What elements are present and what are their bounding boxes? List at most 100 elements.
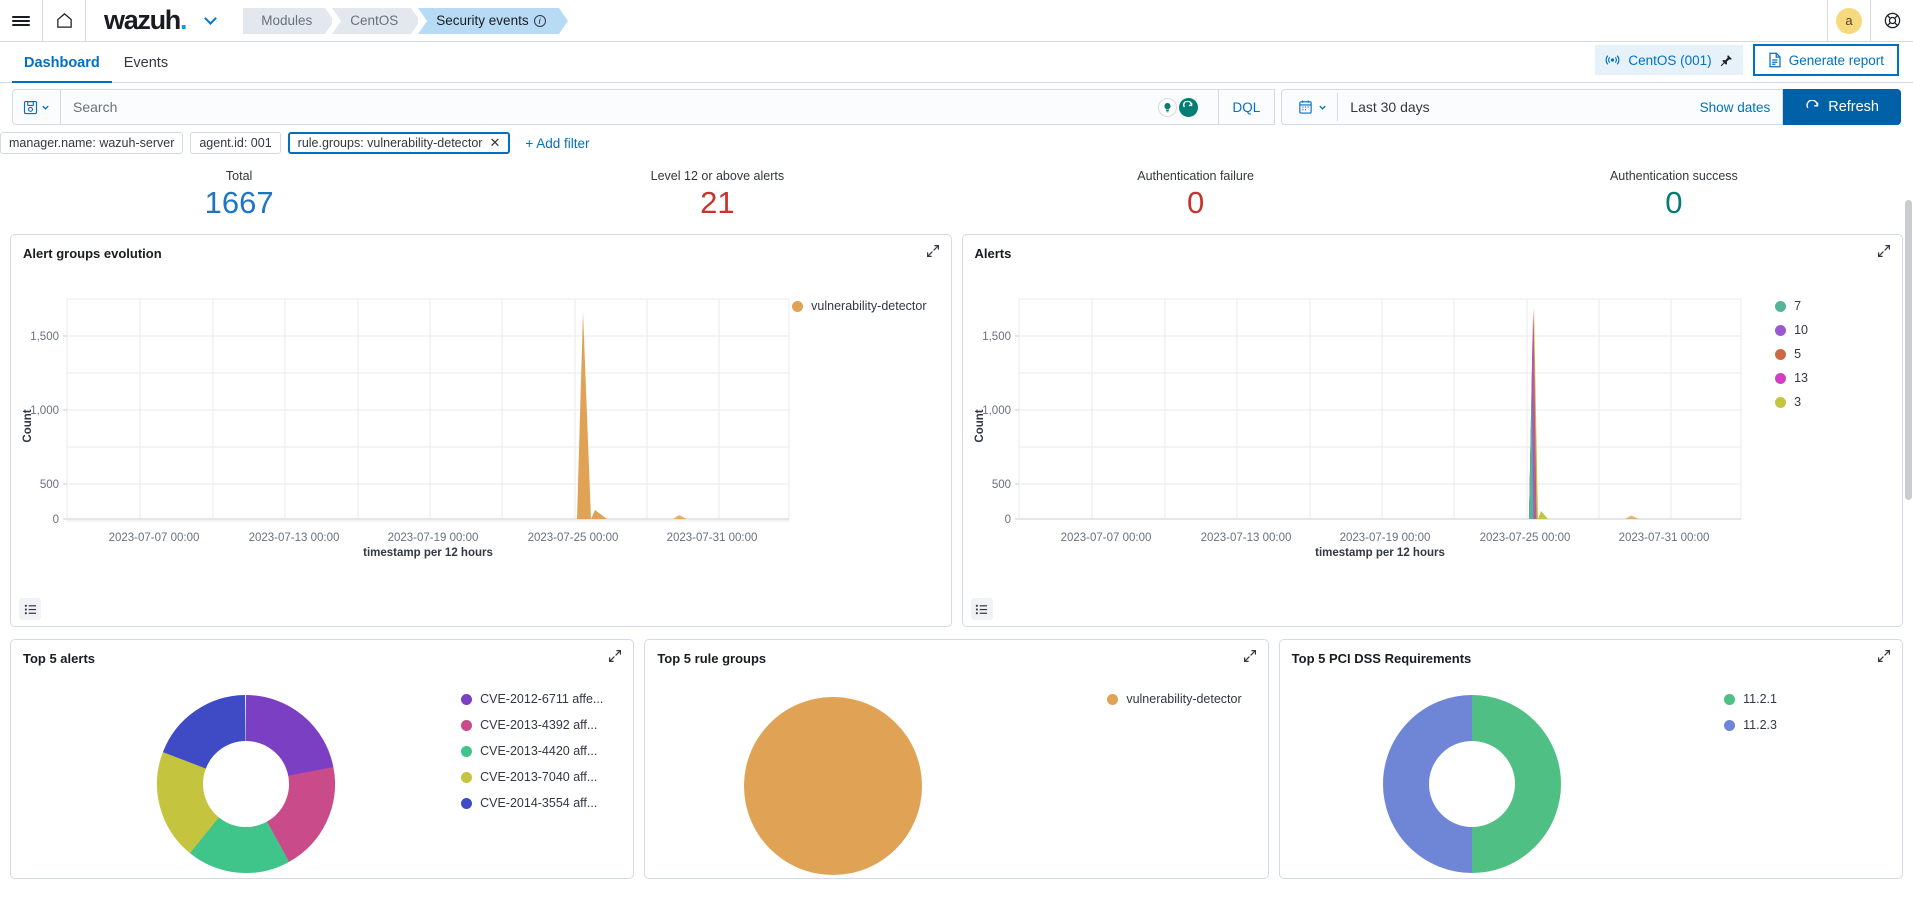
legend-item[interactable]: CVE-2013-7040 aff... (461, 770, 603, 784)
legend-label: CVE-2013-4420 aff... (480, 744, 598, 758)
search-input[interactable] (73, 99, 1158, 115)
top5-alerts-donut (157, 695, 335, 873)
legend-label: 11.2.3 (1743, 718, 1777, 732)
legend-item[interactable]: CVE-2013-4420 aff... (461, 744, 603, 758)
panel-title: Top 5 PCI DSS Requirements (1291, 651, 1472, 666)
saved-query-button[interactable] (12, 89, 60, 125)
legend-item[interactable]: 10 (1775, 323, 1808, 337)
legend-item[interactable]: CVE-2012-6711 affe... (461, 692, 603, 706)
chevron-down-icon-2 (1319, 105, 1326, 110)
query-language-button[interactable]: DQL (1218, 89, 1276, 125)
expand-icon[interactable] (926, 244, 940, 258)
report-document-icon (1769, 52, 1781, 68)
date-range-display[interactable]: Last 30 days (1340, 99, 1439, 115)
legend-color-dot (792, 300, 804, 312)
legend-item[interactable]: CVE-2013-4392 aff... (461, 718, 603, 732)
tabbar-actions: CentOS (001) Generate report (1595, 44, 1913, 82)
hamburger-menu-icon[interactable] (0, 0, 42, 42)
calendar-icon (1299, 100, 1312, 114)
panel-top5-pci-dss: Top 5 PCI DSS Requirements 11.2.1 11.2.3 (1278, 639, 1903, 879)
panel-body: vulnerability-detector (645, 666, 1267, 878)
pin-icon (1720, 54, 1732, 66)
kpi-total: Total 1667 (0, 169, 478, 220)
legend-item[interactable]: 7 (1775, 299, 1808, 313)
expand-icon[interactable] (1877, 649, 1891, 663)
legend-color-dot (461, 719, 473, 731)
refresh-button[interactable]: Refresh (1783, 89, 1901, 125)
help-lifebuoy-icon[interactable] (1871, 0, 1913, 42)
home-icon[interactable] (43, 0, 85, 42)
inspect-table-icon[interactable] (19, 598, 41, 620)
kpi-label: Authentication success (1609, 169, 1738, 183)
svg-text:2023-07-13 00:00: 2023-07-13 00:00 (249, 532, 340, 544)
generate-report-button[interactable]: Generate report (1752, 44, 1899, 76)
legend-item[interactable]: 3 (1775, 395, 1808, 409)
remove-filter-icon[interactable]: ✕ (489, 135, 500, 151)
legend-label: 3 (1794, 395, 1802, 409)
filter-pill-rule-groups[interactable]: rule.groups: vulnerability-detector ✕ (287, 132, 511, 154)
inspect-table-icon[interactable] (970, 598, 993, 620)
svg-text:2023-07-13 00:00: 2023-07-13 00:00 (1200, 532, 1291, 544)
legend-item[interactable]: 5 (1775, 347, 1808, 361)
lightbulb-glyph (1163, 102, 1171, 112)
chart-legend: vulnerability-detector (1107, 692, 1242, 706)
legend-color-dot (1775, 372, 1787, 384)
legend-color-dot (461, 693, 473, 705)
breadcrumb-item-modules[interactable]: Modules (243, 7, 335, 34)
panel-body: 11.2.1 11.2.3 (1280, 666, 1902, 878)
show-dates-button[interactable]: Show dates (1700, 100, 1783, 115)
tab-events[interactable]: Events (112, 55, 180, 82)
page-scrollbar[interactable] (1905, 200, 1912, 500)
panel-top5-rule-groups: Top 5 rule groups vulnerability-detector (644, 639, 1269, 879)
svg-text:0: 0 (53, 514, 59, 526)
agent-selector-pill[interactable]: CentOS (001) (1595, 45, 1743, 75)
filter-pill-manager-name[interactable]: manager.name: wazuh-server (0, 132, 184, 154)
breadcrumb-item-security-events[interactable]: Security events i (418, 7, 568, 34)
breadcrumb-item-centos[interactable]: CentOS (332, 7, 421, 34)
breadcrumb: Modules CentOS Security events i (243, 7, 568, 34)
legend-item[interactable]: vulnerability-detector (1107, 692, 1242, 706)
expand-icon[interactable] (608, 649, 622, 663)
tab-dashboard[interactable]: Dashboard (12, 55, 112, 83)
add-filter-button[interactable]: + Add filter (525, 136, 589, 151)
legend-label: CVE-2013-7040 aff... (480, 770, 598, 784)
legend-item[interactable]: 11.2.3 (1724, 718, 1777, 732)
panel-title: Alerts (974, 246, 1012, 261)
svg-text:2023-07-07 00:00: 2023-07-07 00:00 (109, 532, 200, 544)
kpi-label: Level 12 or above alerts (650, 169, 785, 183)
expand-icon[interactable] (1877, 244, 1891, 258)
wazuh-logo[interactable]: wazuh. (86, 5, 190, 36)
date-picker-bar: Last 30 days Show dates (1281, 89, 1784, 125)
table-list-glyph (975, 604, 988, 614)
kpi-value: 1667 (204, 185, 274, 220)
legend-label: vulnerability-detector (1126, 692, 1242, 706)
kpi-authentication-success: Authentication success 0 (1435, 169, 1913, 220)
legend-item[interactable]: CVE-2014-3554 aff... (461, 796, 603, 810)
chart-legend: CVE-2012-6711 affe... CVE-2013-4392 aff.… (461, 692, 603, 810)
expand-icon[interactable] (1243, 649, 1257, 663)
panel-title: Top 5 alerts (23, 651, 96, 666)
legend-item[interactable]: 13 (1775, 371, 1808, 385)
legend-item[interactable]: 11.2.1 (1724, 692, 1777, 706)
calendar-dropdown-button[interactable] (1290, 99, 1335, 115)
avatar[interactable]: a (1828, 0, 1870, 42)
tab-label: Events (123, 55, 169, 71)
svg-text:2023-07-25 00:00: 2023-07-25 00:00 (1479, 532, 1570, 544)
legend-color-dot (1775, 324, 1787, 336)
legend-color-dot (1724, 693, 1736, 705)
panel-alert-groups-evolution: Alert groups evolution vulnerability-det… (10, 234, 952, 627)
refresh-icon (1806, 99, 1819, 108)
page-tabbar: Dashboard Events CentOS (001) Generate r… (0, 42, 1913, 83)
chevron-down-icon (42, 105, 49, 110)
lightbulb-icon[interactable] (1157, 97, 1177, 117)
breadcrumb-label: Security events (436, 12, 529, 28)
chevron-down-icon[interactable] (204, 11, 218, 25)
legend-color-dot (1724, 719, 1736, 731)
svg-text:2023-07-19 00:00: 2023-07-19 00:00 (388, 532, 479, 544)
filter-pill-label: agent.id: 001 (199, 136, 272, 150)
sync-circle-icon[interactable] (1178, 97, 1198, 117)
legend-item[interactable]: vulnerability-detector (792, 299, 927, 313)
filter-bar: manager.name: wazuh-server agent.id: 001… (0, 125, 1913, 159)
info-icon[interactable]: i (533, 14, 546, 27)
filter-pill-agent-id[interactable]: agent.id: 001 (190, 132, 281, 154)
